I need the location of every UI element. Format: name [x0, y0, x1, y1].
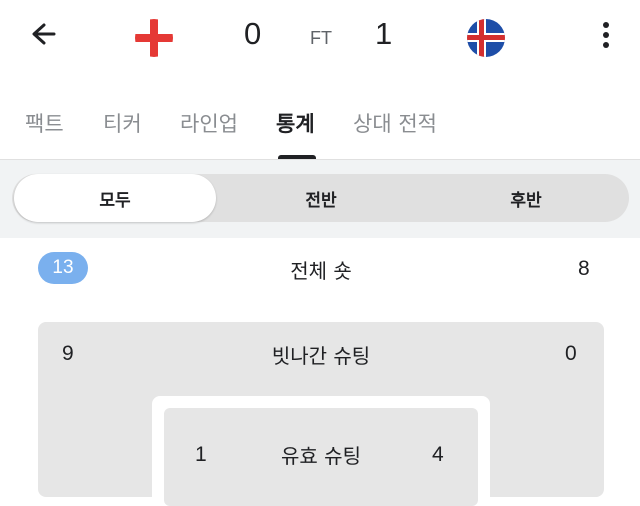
more-options-icon[interactable] [594, 18, 618, 52]
total-shots-away-value: 8 [578, 257, 590, 280]
back-arrow-icon[interactable] [24, 16, 64, 56]
shots-off-target-home-value: 9 [62, 342, 74, 365]
home-score: 0 [244, 16, 262, 51]
home-team-flag-icon[interactable] [135, 19, 173, 57]
tab-lineup[interactable]: 라인업 [180, 108, 238, 138]
shots-on-target-frame: 1 유효 슈팅 4 [152, 396, 490, 506]
away-team-flag-icon[interactable] [467, 19, 505, 57]
shots-off-target-box: 9 빗나간 슈팅 0 1 유효 슈팅 4 [38, 322, 604, 506]
total-shots-label: 전체 숏 [290, 259, 352, 283]
shots-on-target-home-value: 1 [195, 443, 207, 466]
shots-off-target-away-value: 0 [565, 342, 577, 365]
period-filter-bar: 모두 전반 후반 [0, 160, 640, 238]
away-score: 1 [375, 16, 393, 51]
period-option-all[interactable]: 모두 [14, 174, 216, 222]
shots-on-target-box: 1 유효 슈팅 4 [164, 408, 478, 506]
shots-on-target-away-value: 4 [432, 443, 444, 466]
total-shots-home-badge: 13 [38, 252, 88, 284]
stats-panel: 13 전체 숏 8 9 빗나간 슈팅 0 1 유효 슈팅 4 [0, 238, 640, 506]
tab-facts[interactable]: 팩트 [25, 108, 64, 138]
tab-stats[interactable]: 통계 [276, 108, 315, 138]
period-segmented-control: 모두 전반 후반 [12, 174, 629, 222]
tab-head-to-head[interactable]: 상대 전적 [353, 108, 437, 138]
shots-off-target-label: 빗나간 슈팅 [271, 344, 371, 368]
shots-on-target-label: 유효 슈팅 [281, 444, 361, 468]
match-header: 0 FT 1 [0, 0, 640, 80]
match-tabs: 팩트 티커 라인업 통계 상대 전적 [0, 90, 640, 160]
tab-ticker[interactable]: 티커 [103, 108, 142, 138]
match-status: FT [310, 28, 332, 48]
period-option-first-half[interactable]: 전반 [219, 174, 423, 222]
period-option-second-half[interactable]: 후반 [423, 174, 629, 222]
stat-row-total-shots: 13 전체 숏 8 [0, 238, 640, 298]
